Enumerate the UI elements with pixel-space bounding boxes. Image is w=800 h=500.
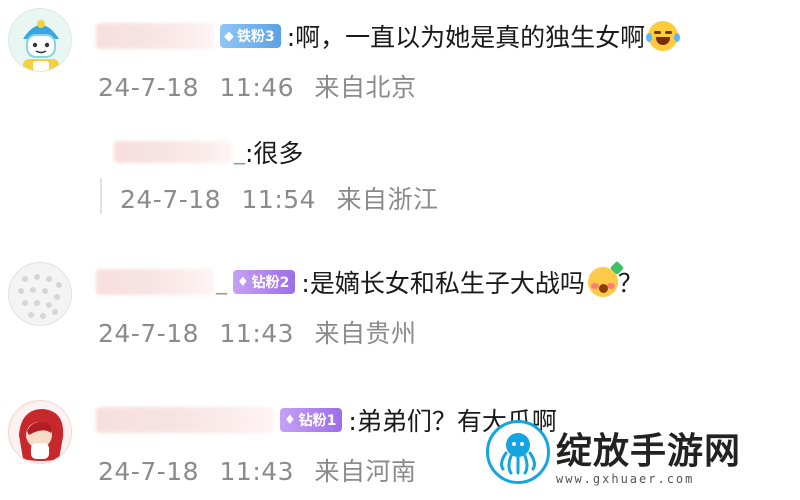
comment-meta: 24-7-18 11:43 来自河南 — [98, 452, 417, 488]
comment-location: 来自北京 — [314, 73, 417, 102]
octopus-logo-icon — [486, 420, 550, 484]
badge-label: 钻粉1 — [298, 413, 337, 429]
site-watermark: 绽放手游网 www.gxhuaer.com — [486, 420, 786, 494]
comment-time: 11:43 — [219, 319, 295, 348]
watermark-title: 绽放手游网 — [556, 431, 742, 472]
fan-badge[interactable]: ♦ 钻粉2 — [233, 270, 296, 294]
avatar[interactable] — [8, 8, 72, 72]
watermark-url: www.gxhuaer.com — [556, 472, 695, 486]
comment-time: 11:46 — [219, 73, 295, 102]
reply-thread-line — [100, 178, 102, 214]
comment-date: 24-7-18 — [98, 457, 200, 486]
comment-location: 来自贵州 — [314, 319, 417, 348]
comment-header: _ ♦ 钻粉2 :是嫡长女和私生子大战吗 ？ — [96, 260, 643, 300]
comment-header: _ :很多 — [114, 134, 303, 170]
username-blurred[interactable] — [96, 269, 214, 295]
comment-meta: 24-7-18 11:46 来自北京 — [98, 68, 417, 104]
girl-avatar-icon — [10, 402, 71, 463]
gem-icon: ♦ — [284, 412, 296, 428]
username-blurred[interactable] — [114, 141, 232, 163]
avatar[interactable] — [8, 400, 72, 464]
comment-text: :很多 — [245, 139, 304, 168]
username-blurred[interactable] — [96, 407, 274, 433]
fan-badge[interactable]: ◆ 铁粉3 — [220, 24, 281, 48]
username-blurred[interactable] — [96, 23, 214, 49]
badge-label: 钻粉2 — [251, 275, 290, 291]
comment-text: :啊，一直以为她是真的独生女啊 — [286, 23, 646, 52]
comment-meta: 24-7-18 11:43 来自贵州 — [98, 314, 417, 350]
comment-location: 来自浙江 — [336, 185, 439, 214]
robot-avatar-icon — [10, 10, 71, 71]
blushing-emoji — [587, 260, 624, 297]
username-suffix: _ — [234, 139, 245, 165]
comment-date: 24-7-18 — [98, 319, 200, 348]
fan-badge[interactable]: ♦ 钻粉1 — [280, 408, 343, 432]
comment-location: 来自河南 — [314, 457, 417, 486]
comment-date: 24-7-18 — [98, 73, 200, 102]
gem-icon: ♦ — [237, 274, 249, 290]
username-suffix: _ — [216, 269, 227, 295]
badge-label: 铁粉3 — [237, 29, 275, 45]
laughing-tears-emoji — [646, 21, 681, 51]
comment-time: 11:43 — [219, 457, 295, 486]
comment-time: 11:54 — [241, 185, 317, 214]
pattern-avatar-icon — [10, 264, 71, 325]
comment-date: 24-7-18 — [120, 185, 222, 214]
avatar[interactable] — [8, 262, 72, 326]
comment-text: :是嫡长女和私生子大战吗 — [301, 269, 585, 298]
comment-meta: 24-7-18 11:54 来自浙江 — [120, 180, 439, 216]
comment-header: ◆ 铁粉3 :啊，一直以为她是真的独生女啊 — [96, 18, 681, 54]
diamond-icon: ◆ — [224, 28, 234, 44]
